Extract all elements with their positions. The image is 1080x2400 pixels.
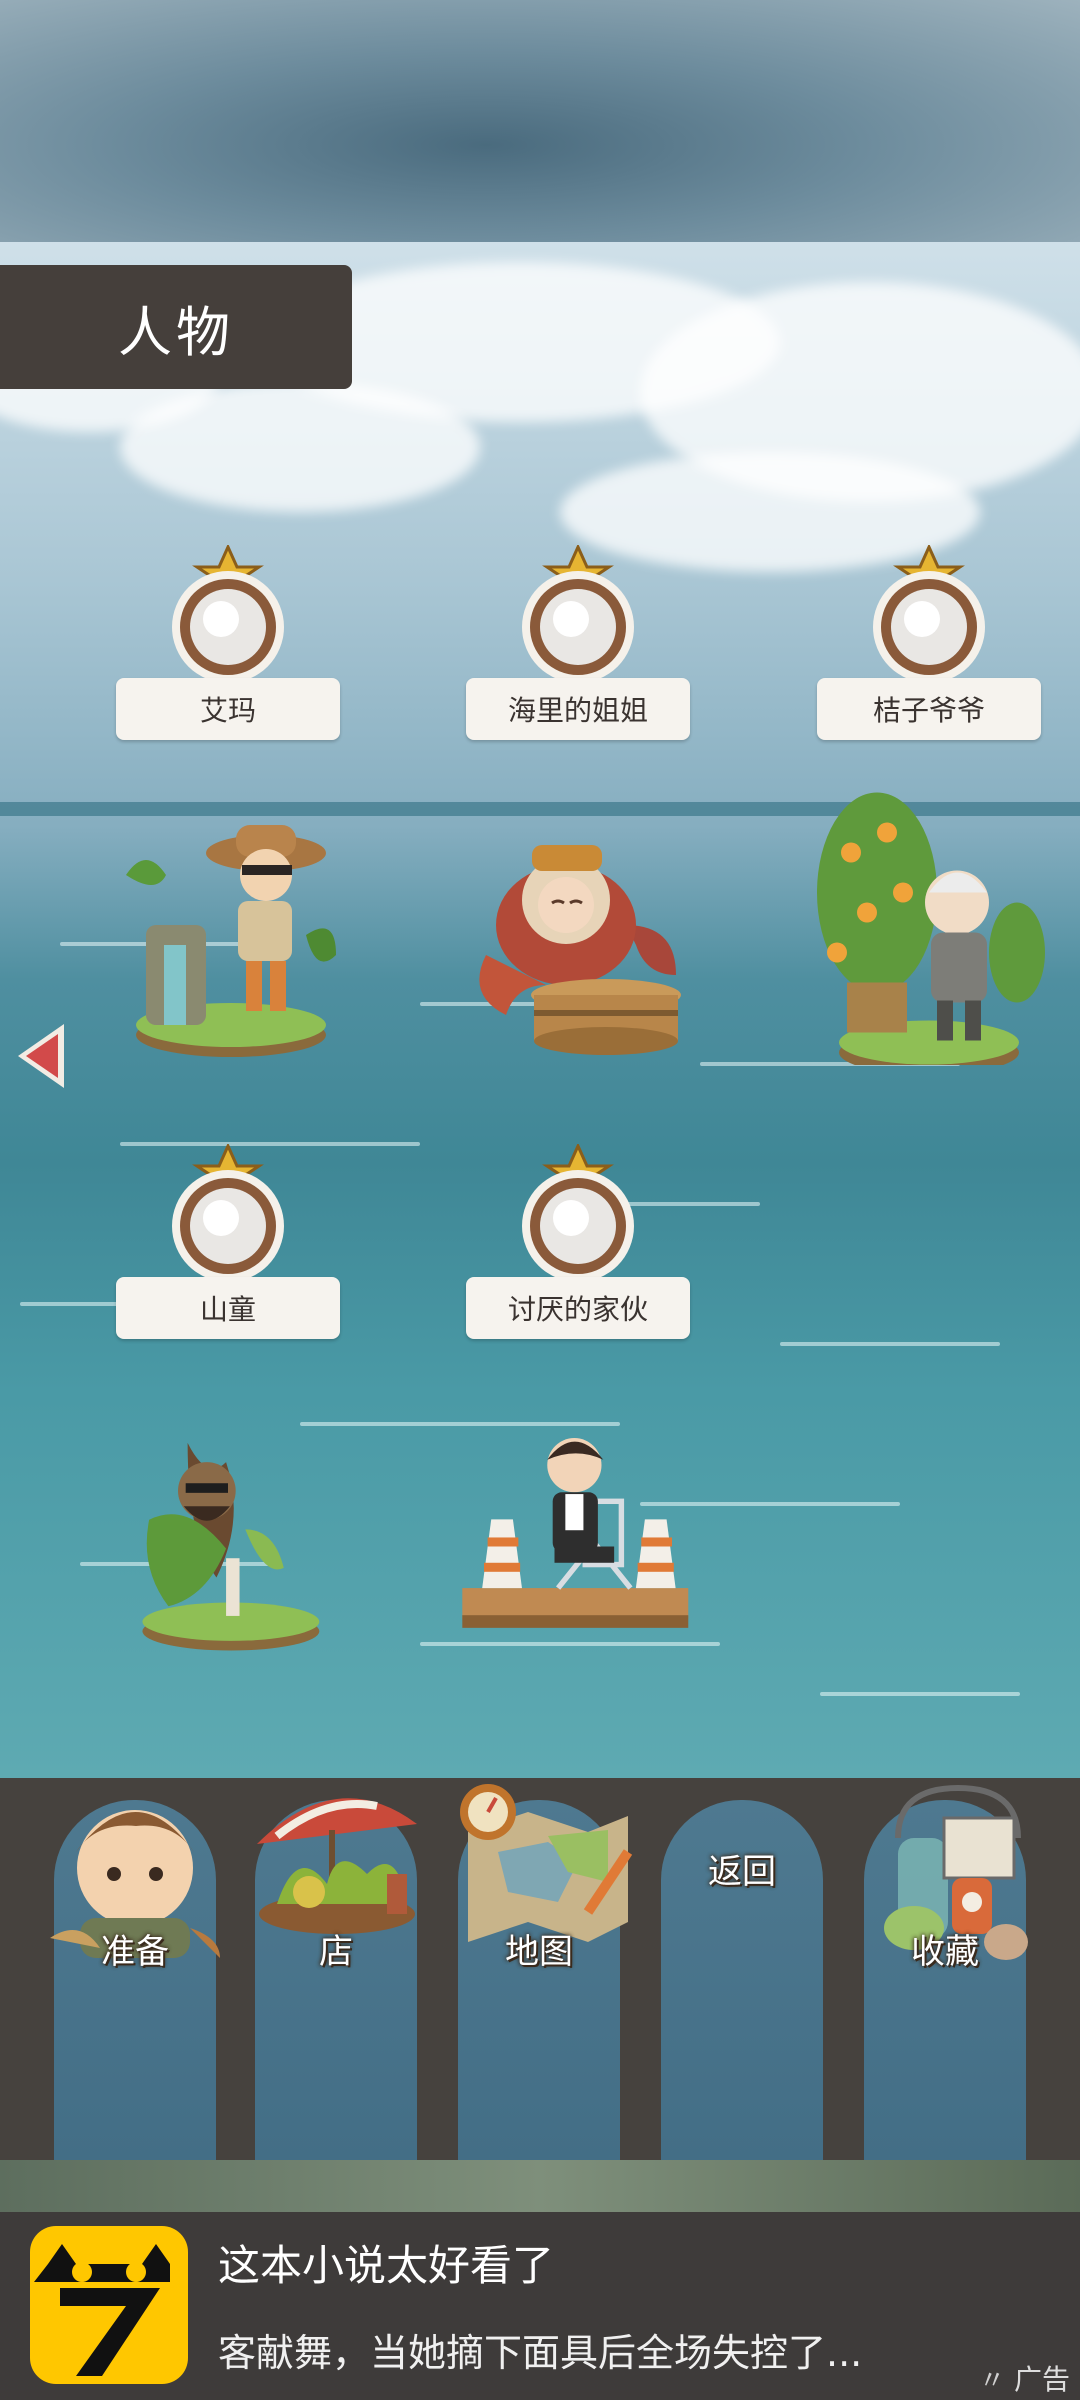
map-label: 地图: [505, 1932, 573, 1972]
ad-title: 这本小说太好看了: [218, 2241, 555, 2290]
collection-label: 收藏: [911, 1932, 979, 1972]
back-label: 返回: [708, 1852, 776, 1892]
character-card-mountain-child[interactable]: 山童: [116, 1144, 340, 1664]
page-title: 人物: [118, 300, 234, 364]
shop-label: 店: [319, 1932, 353, 1972]
map-tab[interactable]: 地图: [458, 1784, 633, 2160]
ad-tag-label: 广告: [1013, 2363, 1070, 2396]
star-medal-icon: [172, 545, 284, 683]
octopus-diver-icon: [479, 845, 681, 1055]
character-name: 海里的姐姐: [466, 678, 690, 740]
shop-tab[interactable]: 店: [255, 1798, 417, 2160]
mountain-child-icon: [142, 1442, 320, 1651]
character-card-sea-sister[interactable]: 海里的姐姐: [466, 545, 690, 1065]
ad-banner[interactable]: 这本小说太好看了 客献舞，当她摘下面具后全场失控了... 〃 广告: [0, 2212, 1080, 2400]
seven-cat-logo-icon: [30, 2226, 188, 2384]
ad-background-strip: [0, 2160, 1080, 2212]
explorer-with-hat-icon: [126, 825, 336, 1057]
character-card-orange-grandpa[interactable]: 桔子爷爷: [817, 545, 1045, 1065]
man-on-chair-icon: [462, 1438, 689, 1628]
star-medal-icon: [873, 545, 985, 683]
back-tab[interactable]: 返回: [661, 1800, 823, 2160]
star-medal-icon: [172, 1144, 284, 1282]
character-card-emma[interactable]: 艾玛: [116, 545, 340, 1065]
character-name: 山童: [116, 1277, 340, 1339]
star-medal-icon: [522, 545, 634, 683]
ad-mark-icon: 〃: [979, 2366, 1006, 2396]
ad-description: 客献舞，当她摘下面具后全场失控了...: [218, 2331, 863, 2375]
ad-tag: 〃 广告: [979, 2358, 1070, 2398]
orange-tree-grandpa-icon: [817, 792, 1045, 1065]
title-panel: 人物: [0, 265, 352, 389]
character-name: 桔子爷爷: [817, 678, 1041, 740]
prepare-label: 准备: [101, 1932, 169, 1972]
character-name: 讨厌的家伙: [466, 1277, 690, 1339]
top-sky-band: [0, 0, 1080, 242]
prepare-tab[interactable]: 准备: [50, 1800, 220, 2160]
star-medal-icon: [522, 1144, 634, 1282]
previous-page-arrow-icon[interactable]: [14, 1022, 68, 1090]
character-name: 艾玛: [116, 678, 340, 740]
collection-tab[interactable]: 收藏: [864, 1784, 1028, 2160]
character-card-annoying-guy[interactable]: 讨厌的家伙: [462, 1144, 690, 1664]
